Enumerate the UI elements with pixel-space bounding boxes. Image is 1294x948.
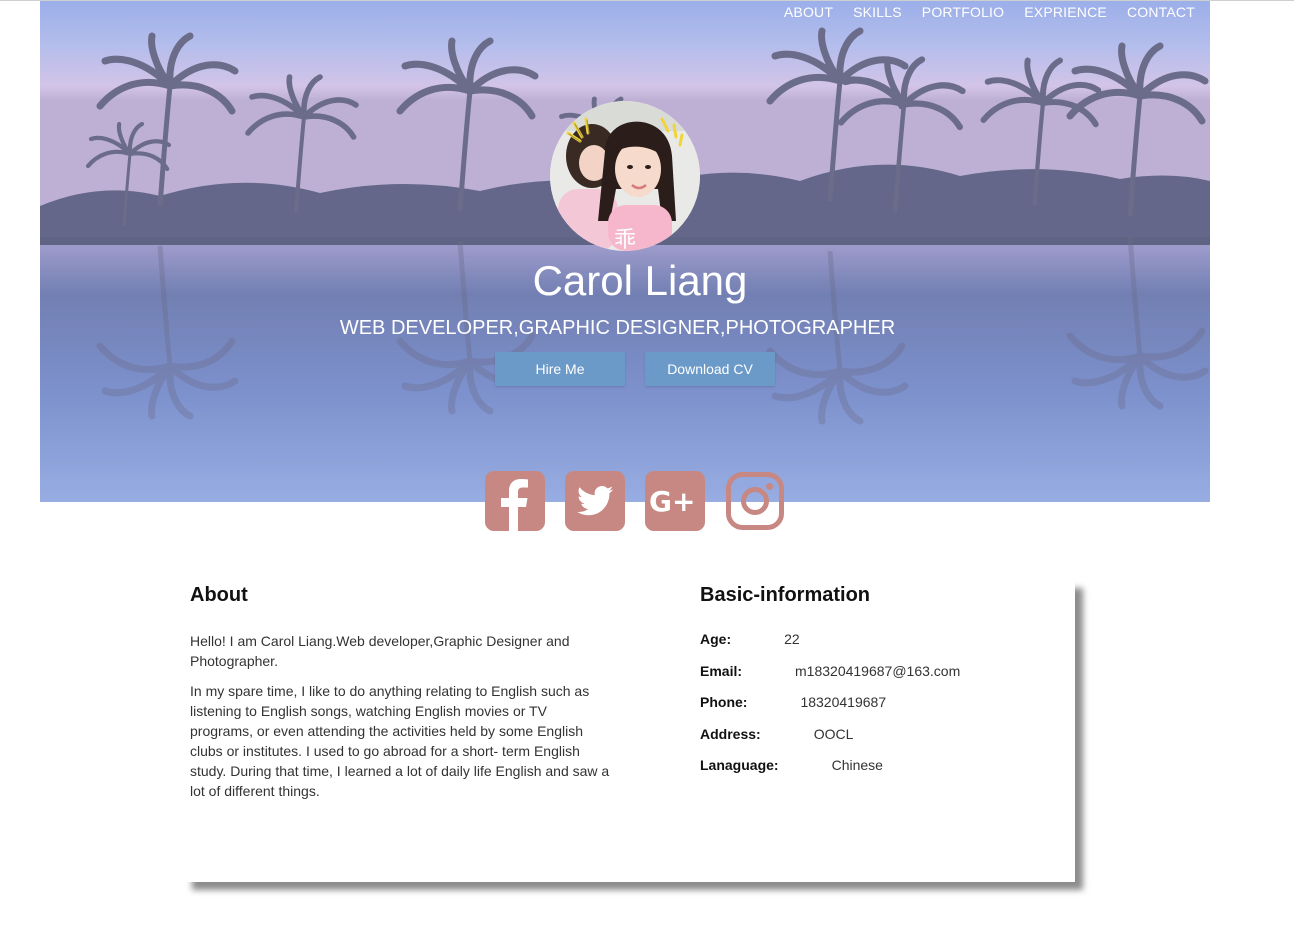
info-row-language: Lanaguage: Chinese xyxy=(700,757,1060,789)
nav-portfolio[interactable]: PORTFOLIO xyxy=(922,4,1004,20)
language-value: Chinese xyxy=(831,757,883,773)
info-row-address: Address: OOCL xyxy=(700,726,1060,758)
phone-label: Phone: xyxy=(700,694,748,710)
age-label: Age: xyxy=(700,631,732,647)
phone-value: 18320419687 xyxy=(800,694,887,710)
email-label: Email: xyxy=(700,662,743,679)
about-paragraph-intro: Hello! I am Carol Liang.Web developer,Gr… xyxy=(190,633,570,669)
social-links: G+ xyxy=(485,471,785,531)
hero-overlay xyxy=(40,1,1210,502)
about-section: About Hello! I am Carol Liang.Web develo… xyxy=(190,584,610,811)
facebook-icon[interactable] xyxy=(485,471,545,531)
address-value: OOCL xyxy=(813,725,854,742)
language-label: Lanaguage: xyxy=(700,757,779,773)
nav-exprience[interactable]: EXPRIENCE xyxy=(1024,4,1107,20)
hero-name: Carol Liang xyxy=(532,257,748,304)
info-row-email: Email: m18320419687@163.com xyxy=(700,663,1060,695)
about-title: About xyxy=(190,584,248,606)
info-card: About Hello! I am Carol Liang.Web develo… xyxy=(184,580,1075,882)
nav-contact[interactable]: CONTACT xyxy=(1127,4,1195,20)
hero-subtitle: WEB DEVELOPER,GRAPHIC DESIGNER,PHOTOGRAP… xyxy=(339,317,896,339)
instagram-icon[interactable] xyxy=(725,471,785,531)
hero-banner: ABOUT SKILLS PORTFOLIO EXPRIENCE CONTACT xyxy=(40,1,1210,502)
nav-about[interactable]: ABOUT xyxy=(784,4,833,20)
twitter-icon[interactable] xyxy=(565,471,625,531)
info-row-age: Age: 22 xyxy=(700,631,1060,663)
info-row-phone: Phone: 18320419687 xyxy=(700,694,1060,726)
google-plus-text: G+ xyxy=(649,485,695,518)
avatar-caption: 乖 xyxy=(614,228,636,251)
about-paragraph-hobbies: In my spare time, I like to do anything … xyxy=(190,683,610,799)
email-value: m18320419687@163.com xyxy=(795,662,961,679)
basic-information-title: Basic-information xyxy=(700,584,871,606)
hire-me-button[interactable]: Hire Me xyxy=(495,352,625,386)
basic-information-section: Basic-information Age: 22 Email: m18320419… xyxy=(700,584,1060,789)
address-label: Address: xyxy=(700,725,761,742)
top-navigation: ABOUT SKILLS PORTFOLIO EXPRIENCE CONTACT xyxy=(784,4,1195,20)
google-plus-icon[interactable]: G+ xyxy=(645,471,705,531)
avatar: 乖 xyxy=(550,101,700,251)
download-cv-button[interactable]: Download CV xyxy=(645,352,775,386)
age-value: 22 xyxy=(784,631,800,647)
avatar-photo: 乖 xyxy=(550,101,700,251)
nav-skills[interactable]: SKILLS xyxy=(853,4,902,20)
